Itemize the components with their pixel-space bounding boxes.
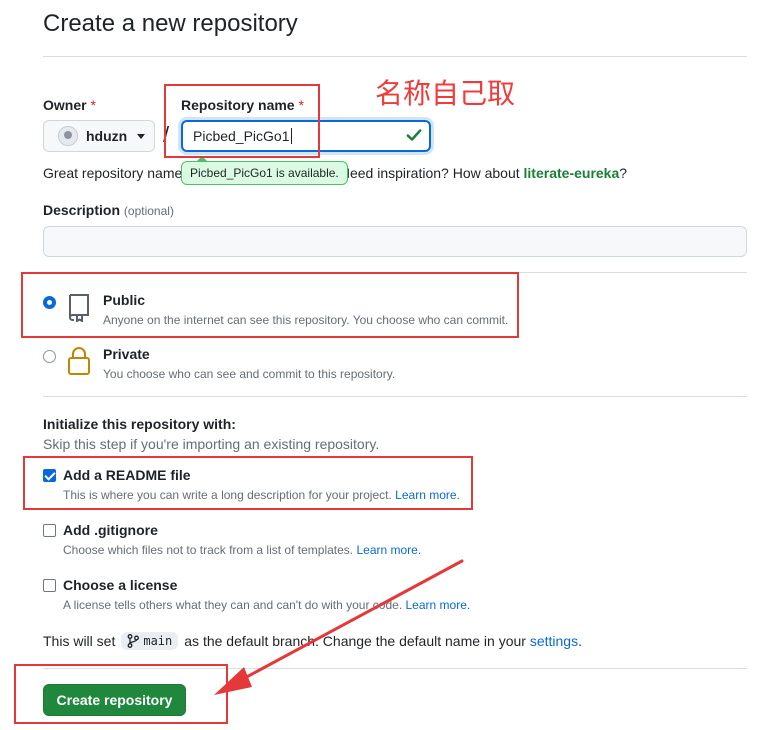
header-divider: [43, 56, 747, 57]
check-icon: [406, 129, 422, 141]
description-label-text: Description: [43, 202, 121, 218]
annotation-box-readme: [23, 456, 473, 510]
branch-prefix: This will set: [43, 633, 116, 649]
owner-avatar: [58, 126, 78, 146]
lock-icon: [68, 347, 90, 375]
owner-label-text: Owner: [43, 97, 87, 113]
annotation-label: 名称自己取: [375, 77, 516, 110]
owner-required-mark: *: [90, 97, 96, 113]
page-title: Create a new repository: [43, 10, 298, 37]
private-option-title: Private: [103, 346, 150, 362]
availability-tooltip: Picbed_PicGo1 is available.: [181, 156, 348, 185]
annotation-arrow: [214, 559, 464, 695]
branch-name: main: [143, 634, 173, 648]
owner-select-button[interactable]: hduzn: [43, 120, 155, 152]
hint-middle: e. Need inspiration? How about: [324, 165, 520, 181]
optional-tag: (optional): [123, 204, 174, 218]
git-branch-icon: [127, 634, 140, 648]
description-input[interactable]: [43, 226, 747, 257]
branch-suffix: .: [578, 633, 582, 649]
suggestion-link[interactable]: literate-eureka: [524, 165, 620, 181]
description-label: Description (optional): [43, 202, 174, 218]
init-title: Initialize this repository with:: [43, 416, 236, 432]
gitignore-option-title: Add .gitignore: [63, 522, 158, 538]
private-option-desc: You choose who can see and commit to thi…: [103, 367, 396, 381]
settings-link[interactable]: settings: [530, 633, 578, 649]
branch-chip: main: [121, 632, 179, 650]
license-checkbox[interactable]: [43, 579, 56, 592]
hint-suffix: ?: [619, 165, 628, 181]
owner-value: hduzn: [86, 128, 128, 144]
hint-prefix: Great repository name: [43, 165, 183, 181]
init-subtitle: Skip this step if you're importing an ex…: [43, 436, 380, 452]
divider: [43, 396, 747, 397]
license-option-title: Choose a license: [63, 577, 178, 593]
private-radio[interactable]: [43, 350, 56, 363]
annotation-box-repo-name: [164, 84, 320, 158]
annotation-box-public: [21, 272, 519, 338]
gitignore-checkbox[interactable]: [43, 524, 56, 537]
owner-label: Owner *: [43, 97, 96, 113]
chevron-down-icon: [137, 133, 146, 139]
annotation-box-create: [14, 664, 228, 724]
